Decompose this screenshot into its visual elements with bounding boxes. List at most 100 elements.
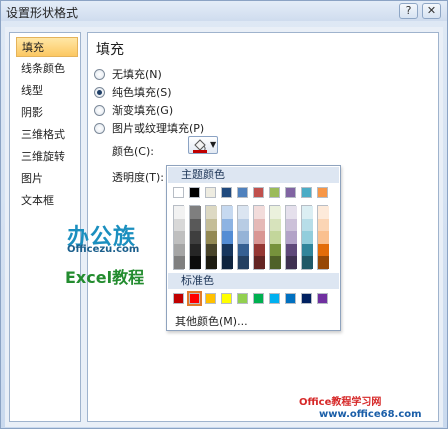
theme-shade-swatch[interactable]: [254, 243, 265, 257]
theme-shade-swatch[interactable]: [286, 218, 297, 232]
theme-shade-swatch[interactable]: [270, 243, 281, 257]
theme-shade-swatch[interactable]: [174, 256, 185, 269]
theme-color-swatch[interactable]: [237, 187, 248, 198]
theme-colors-header: 主题颜色: [168, 167, 339, 183]
radio-gradient-fill[interactable]: 渐变填充(G): [94, 102, 173, 118]
radio-picture-fill-button[interactable]: [94, 122, 105, 134]
radio-no-fill-button[interactable]: [94, 68, 105, 80]
theme-shade-swatch[interactable]: [190, 243, 201, 257]
watermark-footer-url: www.office68.com: [319, 409, 422, 420]
standard-color-swatch[interactable]: [301, 293, 312, 304]
theme-shade-swatch[interactable]: [270, 218, 281, 232]
theme-shade-swatch[interactable]: [238, 206, 249, 219]
theme-shade-swatch[interactable]: [302, 256, 313, 269]
nav-item-line-style[interactable]: 线型: [16, 81, 78, 101]
theme-shade-swatch[interactable]: [206, 243, 217, 257]
standard-color-swatch[interactable]: [253, 293, 264, 304]
help-button[interactable]: ?: [399, 3, 418, 19]
radio-solid-fill-button[interactable]: [94, 86, 105, 98]
theme-shade-swatch[interactable]: [174, 231, 185, 244]
theme-color-swatch[interactable]: [317, 187, 328, 198]
theme-shade-swatch[interactable]: [222, 231, 233, 244]
theme-shade-swatch[interactable]: [206, 218, 217, 232]
nav-item-line-color[interactable]: 线条颜色: [16, 59, 78, 79]
nav-item-picture[interactable]: 图片: [16, 169, 78, 189]
standard-color-swatch[interactable]: [269, 293, 280, 304]
theme-shade-swatch[interactable]: [318, 256, 329, 269]
theme-shade-swatch[interactable]: [318, 218, 329, 232]
nav-item-shadow[interactable]: 阴影: [16, 103, 78, 123]
theme-shade-swatch[interactable]: [318, 243, 329, 257]
standard-color-swatch[interactable]: [317, 293, 328, 304]
nav-item-fill[interactable]: 填充: [16, 37, 78, 57]
theme-shade-swatch[interactable]: [238, 243, 249, 257]
theme-shade-swatch[interactable]: [302, 231, 313, 244]
theme-color-swatch[interactable]: [189, 187, 200, 198]
theme-shade-swatch[interactable]: [270, 256, 281, 269]
theme-shade-column: [221, 205, 233, 270]
theme-shade-swatch[interactable]: [254, 206, 265, 219]
standard-color-swatch[interactable]: [237, 293, 248, 304]
theme-shade-swatch[interactable]: [302, 218, 313, 232]
fill-color-button[interactable]: ▼: [188, 136, 218, 154]
theme-color-swatch[interactable]: [301, 187, 312, 198]
theme-shade-swatch[interactable]: [174, 218, 185, 232]
theme-shade-swatch[interactable]: [286, 256, 297, 269]
theme-shade-swatch[interactable]: [302, 206, 313, 219]
color-label: 颜色(C):: [112, 145, 154, 158]
theme-shade-swatch[interactable]: [190, 206, 201, 219]
theme-shade-swatch[interactable]: [206, 231, 217, 244]
theme-shade-swatch[interactable]: [238, 218, 249, 232]
radio-no-fill[interactable]: 无填充(N): [94, 66, 162, 82]
theme-shade-swatch[interactable]: [222, 243, 233, 257]
theme-shade-swatch[interactable]: [318, 206, 329, 219]
theme-shade-swatch[interactable]: [238, 231, 249, 244]
theme-shade-swatch[interactable]: [270, 231, 281, 244]
theme-shade-swatch[interactable]: [174, 206, 185, 219]
format-shape-dialog: 设置形状格式 ? ✕ 填充 线条颜色 线型 阴影 三维格式 三维旋转 图片 文本…: [0, 0, 448, 429]
radio-picture-fill-label: 图片或纹理填充(P): [112, 122, 205, 135]
theme-shade-swatch[interactable]: [270, 206, 281, 219]
theme-shade-swatch[interactable]: [302, 243, 313, 257]
theme-shade-swatch[interactable]: [222, 206, 233, 219]
nav-item-3d-format[interactable]: 三维格式: [16, 125, 78, 145]
theme-color-swatch[interactable]: [205, 187, 216, 198]
theme-shade-swatch[interactable]: [238, 256, 249, 269]
standard-color-swatch[interactable]: [173, 293, 184, 304]
radio-solid-fill-label: 纯色填充(S): [112, 86, 172, 99]
theme-shade-swatch[interactable]: [222, 256, 233, 269]
standard-color-swatch[interactable]: [221, 293, 232, 304]
radio-gradient-fill-button[interactable]: [94, 104, 105, 116]
theme-shade-column: [205, 205, 217, 270]
radio-picture-fill[interactable]: 图片或纹理填充(P): [94, 120, 204, 136]
theme-shade-swatch[interactable]: [286, 243, 297, 257]
theme-shade-swatch[interactable]: [222, 218, 233, 232]
theme-shade-column: [237, 205, 249, 270]
radio-no-fill-label: 无填充(N): [112, 68, 162, 81]
nav-item-3d-rotation[interactable]: 三维旋转: [16, 147, 78, 167]
theme-color-swatch[interactable]: [173, 187, 184, 198]
standard-color-swatch[interactable]: [187, 291, 202, 306]
theme-shade-swatch[interactable]: [206, 256, 217, 269]
theme-shade-swatch[interactable]: [318, 231, 329, 244]
radio-solid-fill[interactable]: 纯色填充(S): [94, 84, 172, 100]
close-button[interactable]: ✕: [422, 3, 441, 19]
more-colors-button[interactable]: 其他颜色(M)...: [175, 313, 248, 329]
theme-shade-swatch[interactable]: [190, 231, 201, 244]
theme-shade-swatch[interactable]: [190, 256, 201, 269]
theme-color-swatch[interactable]: [285, 187, 296, 198]
theme-color-swatch[interactable]: [253, 187, 264, 198]
theme-shade-swatch[interactable]: [286, 206, 297, 219]
standard-color-swatch[interactable]: [285, 293, 296, 304]
theme-shade-swatch[interactable]: [190, 218, 201, 232]
theme-shade-swatch[interactable]: [254, 218, 265, 232]
theme-color-swatch[interactable]: [221, 187, 232, 198]
theme-shade-swatch[interactable]: [174, 243, 185, 257]
theme-shade-swatch[interactable]: [206, 206, 217, 219]
theme-shade-swatch[interactable]: [286, 231, 297, 244]
nav-item-text-box[interactable]: 文本框: [16, 191, 78, 211]
standard-color-swatch[interactable]: [205, 293, 216, 304]
theme-shade-swatch[interactable]: [254, 256, 265, 269]
theme-shade-swatch[interactable]: [254, 231, 265, 244]
theme-color-swatch[interactable]: [269, 187, 280, 198]
